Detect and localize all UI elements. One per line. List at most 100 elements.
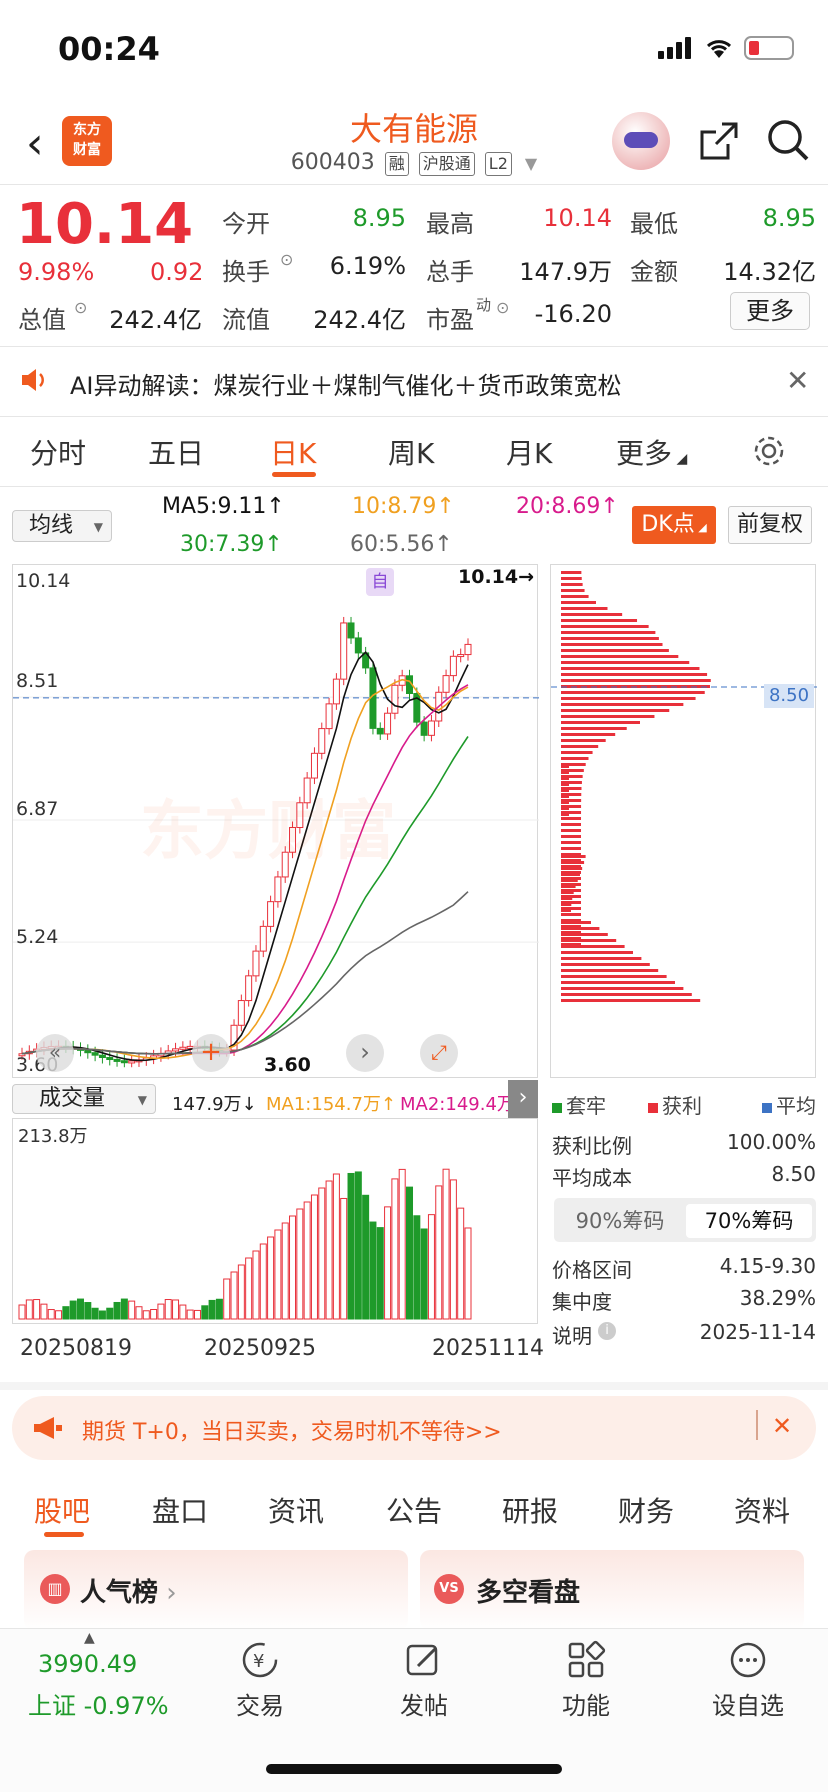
close-icon[interactable]: ✕ (772, 1412, 792, 1440)
add-watchlist-icon[interactable] (728, 1640, 768, 1680)
chip-bar (561, 945, 625, 948)
info-icon[interactable]: ⊙ (280, 250, 293, 269)
card-title[interactable]: 多空看盘 (476, 1572, 580, 1609)
candle (384, 712, 392, 735)
nav-trade[interactable]: 交易 (200, 1686, 320, 1721)
dk-point-button[interactable]: DK点 ◢ (632, 506, 716, 544)
fullscreen-icon[interactable]: ⤢ (420, 1034, 458, 1072)
chip-bar (561, 975, 667, 978)
share-icon[interactable] (698, 120, 740, 162)
ai-insight-text[interactable]: AI异动解读：煤炭行业＋煤制气催化＋货币政策宽松 (70, 366, 622, 401)
volume-bar (135, 1306, 143, 1320)
chip-bar (561, 891, 574, 894)
candle (449, 655, 457, 677)
tab-monthly-k[interactable]: 月K (506, 432, 552, 472)
tab-more[interactable]: 更多 ◢ (616, 432, 687, 472)
volume-bar (245, 1257, 253, 1320)
turnover-label: 换手 (222, 258, 270, 286)
float-value: 242.4亿 (313, 306, 406, 334)
search-icon[interactable] (766, 118, 810, 162)
more-button[interactable]: 更多 (730, 292, 810, 330)
chip-bar (561, 999, 701, 1002)
volume-bar (303, 1201, 311, 1320)
info-icon[interactable]: i (598, 1322, 616, 1340)
close-icon[interactable]: ✕ (786, 364, 809, 397)
expand-arrow-icon[interactable]: › (508, 1080, 538, 1118)
zoom-in-icon[interactable]: + (192, 1034, 230, 1072)
scroll-right-icon[interactable]: › (346, 1034, 384, 1072)
apps-icon[interactable] (566, 1640, 606, 1680)
scroll-left-icon[interactable]: « (36, 1034, 74, 1072)
chip-bar (561, 727, 627, 730)
candle (347, 622, 355, 639)
chip-bar (561, 957, 642, 960)
chip-bar (561, 951, 633, 954)
tab-research[interactable]: 研报 (502, 1490, 558, 1530)
candle (237, 1000, 245, 1026)
tab-weekly-k[interactable]: 周K (388, 432, 434, 472)
nav-add-watchlist[interactable]: 设自选 (688, 1686, 808, 1721)
volume-select[interactable]: 成交量 ▼ (12, 1084, 156, 1114)
chip-bar (561, 625, 649, 628)
chip-bar (561, 873, 580, 876)
chip-row-value: 8.50 (771, 1162, 816, 1186)
tab-news[interactable]: 资讯 (268, 1490, 324, 1530)
volume-label: 总手 (426, 258, 474, 286)
volume-bar (47, 1309, 55, 1320)
volume-bar (164, 1299, 172, 1320)
futures-text[interactable]: 期货 T+0，当日买卖，交易时机不等待>> (82, 1414, 502, 1446)
candle (91, 1052, 99, 1056)
volume-bar (274, 1229, 282, 1320)
volume-value: 147.9万 (519, 258, 612, 286)
tab-orderbook[interactable]: 盘口 (152, 1490, 208, 1530)
open-value: 8.95 (352, 204, 406, 232)
self-select-marker[interactable]: 自 (366, 568, 394, 596)
volume-bar (325, 1180, 333, 1320)
volume-bar (128, 1300, 136, 1320)
trade-icon[interactable]: ¥ (240, 1640, 280, 1680)
volume-bar (457, 1207, 465, 1320)
index-label[interactable]: 上证 -0.97% (28, 1686, 169, 1721)
volume-chart (12, 1118, 538, 1324)
candle (332, 678, 340, 705)
ma-select[interactable]: 均线 ▼ (12, 510, 112, 542)
volume-bar (230, 1271, 238, 1320)
gear-icon[interactable] (752, 434, 786, 468)
chip-bar (561, 789, 569, 792)
tab-forum[interactable]: 股吧 (34, 1490, 90, 1530)
volume-bar (332, 1173, 340, 1320)
divider (0, 486, 828, 487)
tab-announcements[interactable]: 公告 (386, 1490, 442, 1530)
vs-icon: VS (434, 1574, 464, 1604)
chip-tab-90[interactable]: 90%筹码 (558, 1204, 682, 1238)
low-price-marker: 3.60 (264, 1054, 311, 1076)
float-label: 流值 (222, 306, 270, 334)
nav-post[interactable]: 发帖 (364, 1686, 484, 1721)
candle (252, 950, 260, 977)
index-value[interactable]: 3990.49 (38, 1650, 137, 1678)
chip-bar (561, 691, 705, 694)
chip-bar (561, 783, 569, 786)
tab-finance[interactable]: 财务 (618, 1490, 674, 1530)
legend-trapped: 套牢 (552, 1090, 606, 1119)
chip-tab-70[interactable]: 70%筹码 (686, 1204, 812, 1238)
chip-bar (561, 801, 569, 804)
tab-five-day[interactable]: 五日 (148, 432, 204, 472)
post-icon[interactable] (404, 1640, 444, 1680)
nav-functions[interactable]: 功能 (526, 1686, 646, 1721)
tab-daily-k[interactable]: 日K (270, 432, 316, 472)
ma10-label: 10:8.79↑ (352, 494, 455, 519)
tab-intraday[interactable]: 分时 (30, 432, 86, 472)
tab-profile[interactable]: 资料 (734, 1490, 790, 1530)
y-tick-3: 6.87 (16, 798, 59, 820)
chip-bar (561, 703, 684, 706)
divider (0, 184, 828, 185)
ai-robot-icon[interactable] (612, 112, 670, 170)
volume-bar (237, 1264, 245, 1320)
adjust-button[interactable]: 前复权 (728, 506, 812, 544)
card-title[interactable]: 人气榜 › (80, 1572, 177, 1609)
info-icon[interactable]: ⊙ (74, 298, 87, 317)
low-label: 最低 (630, 210, 678, 238)
chip-bar (561, 673, 708, 676)
chip-row-label: 价格区间 (552, 1258, 632, 1282)
